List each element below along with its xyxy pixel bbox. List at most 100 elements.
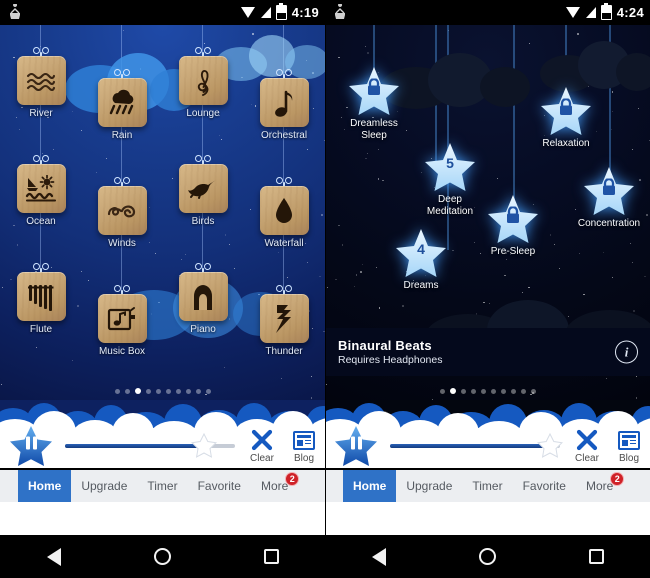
sound-tile-ocean[interactable]: Ocean — [12, 155, 70, 227]
tab-timer[interactable]: Timer — [462, 470, 512, 502]
background-star — [326, 286, 329, 288]
page-dot[interactable] — [114, 388, 120, 394]
slider-thumb[interactable] — [536, 432, 563, 458]
tab-favorite[interactable]: Favorite — [188, 470, 251, 502]
hook-icon — [277, 285, 291, 295]
page-dot[interactable] — [500, 388, 506, 394]
sound-tile-music-box[interactable]: Music Box — [93, 285, 151, 357]
beat-value: 5 — [446, 154, 454, 171]
page-dot[interactable] — [145, 388, 151, 394]
recents-square-icon[interactable] — [263, 549, 279, 564]
background-star — [366, 152, 369, 155]
tab-timer[interactable]: Timer — [137, 470, 187, 502]
pause-button[interactable] — [9, 425, 53, 467]
page-dot[interactable] — [165, 388, 171, 394]
sailboat-sun-icon — [16, 164, 66, 213]
page-dot-active[interactable] — [134, 388, 141, 394]
tab-home[interactable]: Home — [343, 470, 397, 502]
beat-star-relaxation[interactable]: Relaxation — [530, 85, 602, 150]
music-box-icon — [97, 294, 147, 343]
volume-slider[interactable] — [390, 432, 563, 458]
info-circle-icon[interactable]: i — [615, 340, 638, 364]
tab-more[interactable]: More 2 — [251, 470, 300, 502]
tab-upgrade[interactable]: Upgrade — [71, 470, 137, 502]
page-indicator-left[interactable] — [0, 388, 325, 394]
clear-button[interactable]: Clear — [241, 428, 283, 464]
background-star — [629, 242, 631, 243]
page-dot-active[interactable] — [449, 388, 456, 394]
background-star — [306, 261, 308, 263]
star-shape — [582, 165, 636, 217]
page-dot[interactable] — [530, 388, 536, 394]
binaural-screen: 4:24 Dreamless Sleep 5 Deep Meditation R… — [325, 0, 650, 578]
slider-thumb[interactable] — [191, 432, 218, 458]
sound-tile-waterfall[interactable]: Waterfall — [255, 177, 313, 249]
content-area-left — [0, 502, 325, 535]
sound-label: Orchestral — [260, 130, 308, 141]
recents-square-icon[interactable] — [588, 549, 604, 564]
page-dot[interactable] — [470, 388, 476, 394]
hook-icon — [115, 69, 129, 79]
page-dot[interactable] — [205, 388, 211, 394]
page-dot[interactable] — [520, 388, 526, 394]
sound-tile-flute[interactable]: Flute — [12, 263, 70, 335]
sound-tile-thunder[interactable]: Thunder — [255, 285, 313, 357]
blog-page-icon — [608, 428, 650, 452]
tab-favorite[interactable]: Favorite — [513, 470, 576, 502]
background-star — [448, 29, 449, 31]
background-star — [16, 244, 19, 247]
home-circle-icon[interactable] — [153, 548, 171, 565]
hook-icon — [277, 177, 291, 187]
sound-tile-lounge[interactable]: Lounge — [174, 47, 232, 119]
clear-button[interactable]: Clear — [566, 428, 608, 464]
hook-icon — [34, 47, 48, 57]
background-star — [204, 42, 206, 44]
blog-button[interactable]: Blog — [283, 428, 325, 464]
page-dot[interactable] — [510, 388, 516, 394]
blog-button[interactable]: Blog — [608, 428, 650, 464]
notification-icon — [331, 3, 349, 21]
page-dot[interactable] — [155, 388, 161, 394]
dark-cloud-topright — [540, 37, 650, 92]
beat-star-pre-sleep[interactable]: Pre-Sleep — [477, 193, 549, 258]
sound-tile-birds[interactable]: Birds — [174, 155, 232, 227]
tab-more[interactable]: More 2 — [576, 470, 625, 502]
bird-icon — [178, 164, 228, 213]
page-dot[interactable] — [175, 388, 181, 394]
page-dot[interactable] — [490, 388, 496, 394]
tab-upgrade[interactable]: Upgrade — [396, 470, 462, 502]
page-dot[interactable] — [439, 388, 445, 394]
background-star — [566, 76, 568, 79]
beat-star-concentration[interactable]: Concentration — [573, 165, 645, 230]
background-star — [286, 276, 289, 279]
banner-subtitle: Requires Headphones — [338, 354, 443, 366]
sound-tile-piano[interactable]: Piano — [174, 263, 232, 335]
pause-button[interactable] — [334, 425, 378, 467]
beat-star-dreamless-sleep[interactable]: Dreamless Sleep — [338, 65, 410, 142]
back-triangle-icon[interactable] — [371, 547, 386, 566]
page-dot[interactable] — [195, 388, 201, 394]
back-triangle-icon[interactable] — [46, 547, 61, 566]
page-dot[interactable] — [185, 388, 191, 394]
page-dot[interactable] — [460, 388, 466, 394]
page-dot[interactable] — [124, 388, 130, 394]
sound-tile-river[interactable]: River — [12, 47, 70, 119]
rain-cloud-icon — [97, 78, 147, 127]
background-star — [583, 294, 585, 296]
sound-label: Thunder — [265, 346, 303, 357]
beat-star-deep-meditation[interactable]: 5 Deep Meditation — [414, 141, 486, 218]
beat-star-dreams[interactable]: 4 Dreams — [385, 227, 457, 292]
page-indicator-right[interactable] — [325, 388, 650, 394]
home-circle-icon[interactable] — [478, 548, 496, 565]
banner-title: Binaural Beats — [338, 338, 432, 353]
background-star — [521, 291, 523, 293]
status-icons-left: 4:19 — [240, 2, 319, 22]
page-dot[interactable] — [480, 388, 486, 394]
sound-tile-winds[interactable]: Winds — [93, 177, 151, 249]
volume-slider[interactable] — [65, 432, 235, 458]
sound-tile-rain[interactable]: Rain — [93, 69, 151, 141]
sound-tile-orchestral[interactable]: Orchestral — [255, 69, 313, 141]
treble-clef-icon — [178, 56, 228, 105]
background-star — [312, 107, 315, 109]
tab-home[interactable]: Home — [18, 470, 72, 502]
